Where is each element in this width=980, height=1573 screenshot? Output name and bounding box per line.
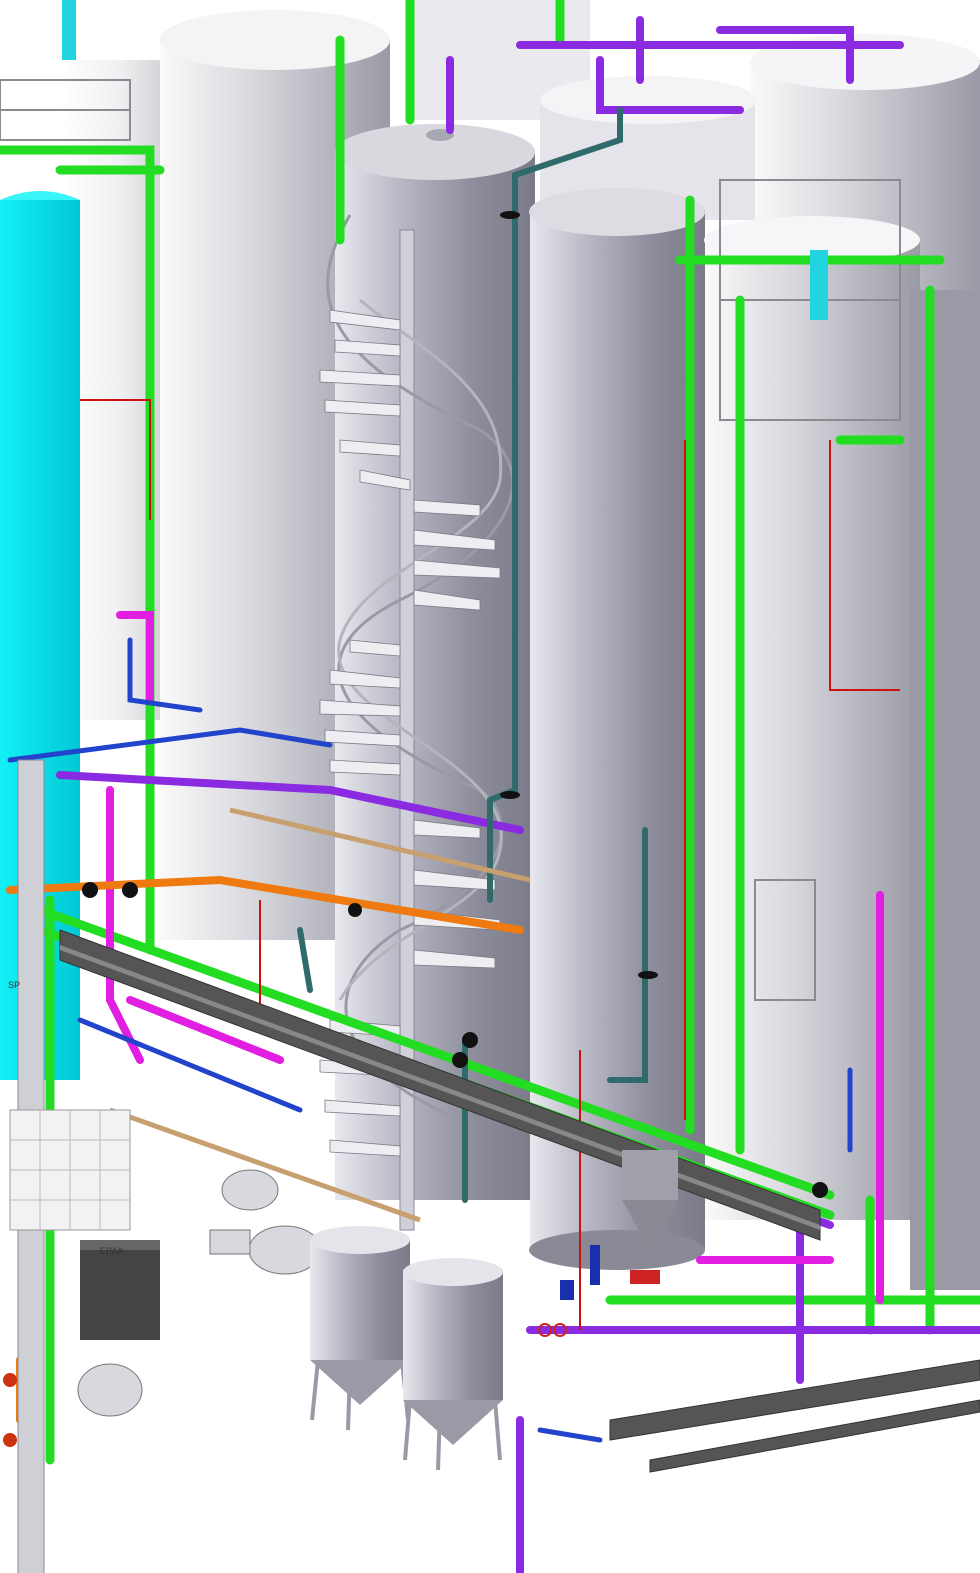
cable-tray-lower-right — [609, 1359, 980, 1473]
equipment-tag-label: EPAX — [100, 1246, 123, 1256]
tank-center-right-tall — [529, 188, 705, 1270]
conical-tank-small-1 — [310, 1226, 410, 1431]
conical-tank-small-2 — [403, 1258, 503, 1471]
electrical-cabinet: EPAX — [80, 1240, 160, 1340]
tank-center-left-tall — [335, 124, 535, 1200]
sp-tag-label: SP — [8, 980, 20, 990]
plant-3d-render: EPAX SP — [0, 0, 980, 1573]
tank-far-right-tall — [910, 290, 980, 1290]
ibc-container — [9, 1109, 131, 1231]
